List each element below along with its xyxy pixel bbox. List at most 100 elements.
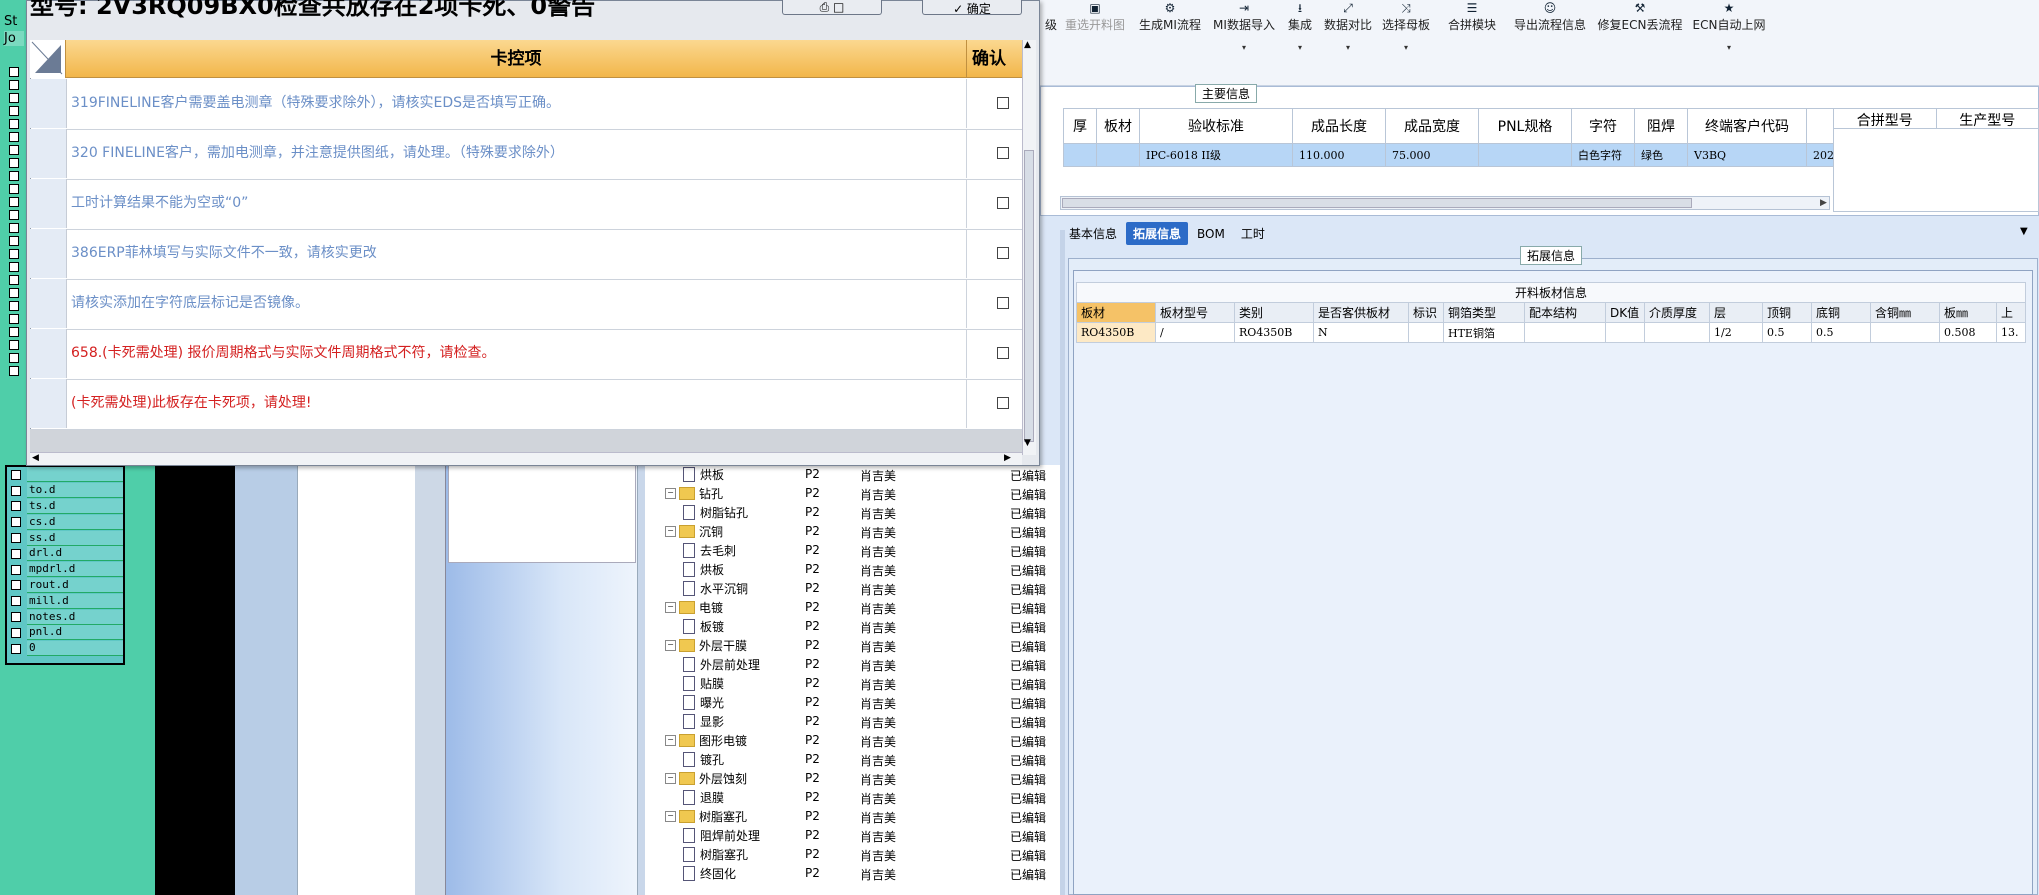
tab-1[interactable]: 拓展信息 [1126,222,1189,245]
toolbar-button-9[interactable]: ⚒ 修复ECN丢流程 [1595,0,1685,33]
collapse-icon[interactable]: − [665,640,676,651]
dropdown-arrow-icon[interactable]: ▾ [1210,43,1278,52]
mat-col-12[interactable]: 含铜㎜ [1870,302,1940,323]
tree-row[interactable]: 水平沉铜 [683,579,748,598]
tree-row[interactable]: 贴膜 [683,674,724,693]
main-col-2[interactable]: 验收标准 [1139,108,1293,144]
file-row[interactable] [7,467,123,483]
file-checkbox[interactable] [11,627,21,638]
main-col-4[interactable]: 成品宽度 [1385,108,1479,144]
tree-row[interactable]: 外层前处理 [683,655,760,674]
file-checkbox[interactable] [11,643,21,654]
row-header[interactable] [30,79,67,128]
mat-col-0[interactable]: 板材 [1076,302,1156,323]
tree-row[interactable]: − 电镀 [665,598,723,617]
main-cell-0[interactable] [1063,143,1097,167]
tree-row[interactable]: 板镀 [683,617,724,636]
left-checkbox[interactable] [9,288,19,298]
tree-row[interactable]: − 外层蚀刻 [665,769,747,788]
toolbar-button-6[interactable]: ⤨ 选择母板 ▾ [1375,0,1437,52]
main-col-8[interactable]: 终端客户代码 [1687,108,1807,144]
left-checkbox[interactable] [9,184,19,194]
toolbar-button-3[interactable]: ⇥ MI数据导入 ▾ [1210,0,1278,52]
mat-cell-4[interactable] [1408,322,1444,343]
file-checkbox[interactable] [11,564,21,575]
left-checkbox[interactable] [9,249,19,259]
mat-cell-14[interactable]: 13. [1996,322,2026,343]
left-checkbox[interactable] [9,327,19,337]
mat-col-10[interactable]: 顶铜 [1762,302,1812,323]
file-row[interactable]: pnl.d [7,625,123,641]
left-checkbox[interactable] [9,301,19,311]
file-row[interactable]: cs.d [7,514,123,530]
file-row[interactable]: notes.d [7,609,123,625]
main-cell-1[interactable] [1096,143,1140,167]
vertical-splitter[interactable] [1060,230,1065,895]
scroll-left-icon[interactable]: ◀ [32,453,39,463]
left-checkbox[interactable] [9,197,19,207]
tree-row[interactable]: 镀孔 [683,750,724,769]
tab-3[interactable]: 工时 [1234,222,1272,245]
collapse-icon[interactable]: − [665,811,676,822]
dropdown-arrow-icon[interactable]: ▾ [1375,43,1437,52]
control-row[interactable]: 工时计算结果不能为空或“0” [30,179,1025,230]
left-checkbox[interactable] [9,340,19,350]
mat-cell-12[interactable] [1870,322,1940,343]
main-cell-5[interactable] [1478,143,1572,167]
confirm-checkbox[interactable] [997,97,1009,109]
tree-row[interactable]: − 沉铜 [665,522,723,541]
tree-row[interactable]: − 钻孔 [665,484,723,503]
mat-cell-2[interactable]: RO4350B [1234,322,1314,343]
file-checkbox[interactable] [11,612,21,623]
row-header[interactable] [30,279,67,328]
dialog-ok-button[interactable]: ✓ 确定 [922,0,1022,16]
main-col-7[interactable]: 阻焊 [1634,108,1688,144]
main-col-5[interactable]: PNL规格 [1478,108,1572,144]
collapse-icon[interactable]: − [665,488,676,499]
file-row[interactable]: 0 [7,641,123,657]
mat-cell-9[interactable]: 1/2 [1709,322,1763,343]
control-row[interactable]: 请核实添加在字符底层标记是否镜像。 [30,279,1025,330]
left-checkbox[interactable] [9,262,19,272]
file-checkbox[interactable] [11,533,21,544]
collapse-icon[interactable]: − [665,735,676,746]
main-col-1[interactable]: 板材 [1096,108,1140,144]
toolbar-button-10[interactable]: ★ ECN自动上网 ▾ [1690,0,1768,52]
toolbar-button-8[interactable]: ☺ 导出流程信息 [1510,0,1590,33]
toolbar-button-4[interactable]: ⭳ 集成 ▾ [1280,0,1320,52]
mat-col-11[interactable]: 底铜 [1811,302,1871,323]
mat-col-6[interactable]: 配本结构 [1524,302,1606,323]
mat-col-3[interactable]: 是否客供板材 [1313,302,1409,323]
left-checkbox[interactable] [9,236,19,246]
row-header[interactable] [30,379,67,428]
control-row[interactable]: 658.(卡死需处理) 报价周期格式与实际文件周期格式不符，请检查。 [30,329,1025,380]
collapse-icon[interactable]: − [665,773,676,784]
main-info-scroll-thumb[interactable] [1062,198,1692,208]
control-row[interactable]: (卡死需处理)此板存在卡死项，请处理! [30,379,1025,430]
mat-cell-8[interactable] [1644,322,1710,343]
file-checkbox[interactable] [11,517,21,528]
main-cell-2[interactable]: IPC-6018 II级 [1139,143,1293,167]
mat-col-4[interactable]: 标识 [1408,302,1444,323]
confirm-checkbox[interactable] [997,347,1009,359]
main-col-3[interactable]: 成品长度 [1292,108,1386,144]
row-header[interactable] [30,129,67,178]
mat-col-7[interactable]: DK值 [1605,302,1645,323]
confirm-checkbox[interactable] [997,397,1009,409]
left-checkbox[interactable] [9,132,19,142]
mat-cell-7[interactable] [1605,322,1645,343]
scroll-down-icon[interactable]: ▼ [1024,438,1031,448]
scroll-up-icon[interactable]: ▲ [1024,40,1031,50]
left-checkbox[interactable] [9,119,19,129]
toolbar-button-0[interactable]: 级 [1040,0,1062,33]
file-checkbox[interactable] [11,501,21,512]
main-cell-7[interactable]: 绿色 [1634,143,1688,167]
grid-corner[interactable] [30,40,66,78]
toolbar-button-7[interactable]: ☰ 合拼模块 [1440,0,1504,33]
mat-col-1[interactable]: 板材型号 [1155,302,1235,323]
tree-row[interactable]: 终固化 [683,864,736,883]
collapse-icon[interactable]: − [665,526,676,537]
file-row[interactable]: ts.d [7,498,123,515]
scroll-right-icon[interactable]: ▶ [1820,198,1830,208]
mat-col-14[interactable]: 上 [1996,302,2026,323]
